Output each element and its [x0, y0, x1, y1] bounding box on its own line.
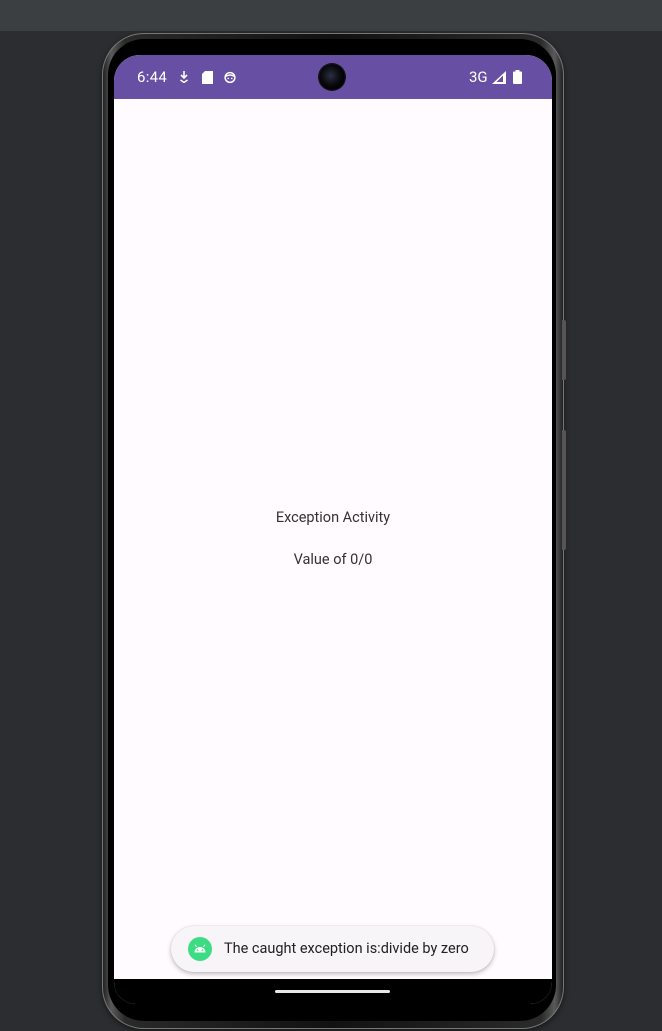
value-label: Value of 0/0: [293, 551, 373, 568]
activity-title: Exception Activity: [275, 509, 391, 526]
status-bar: 6:44 3G: [114, 55, 552, 99]
activity-content: Exception Activity Value of 0/0 The caug…: [114, 99, 552, 979]
face-icon: [224, 70, 236, 84]
status-time: 6:44: [137, 68, 168, 86]
battery-icon: [513, 70, 522, 84]
cell-signal-icon: [492, 70, 506, 84]
device-screen: 6:44 3G Exception Activity Value of 0/0 …: [114, 55, 552, 1004]
power-button[interactable]: [562, 430, 566, 550]
toast-message: The caught exception is:divide by zero: [171, 926, 494, 972]
front-camera: [319, 64, 345, 90]
emulator-toolbar: [0, 0, 662, 31]
network-type: 3G: [469, 68, 488, 86]
android-icon: [188, 937, 212, 961]
navigation-bar: [114, 979, 552, 1004]
home-gesture-handle[interactable]: [275, 990, 390, 993]
sd-card-icon: [201, 70, 213, 84]
download-arrow-icon: [178, 70, 190, 84]
volume-button[interactable]: [562, 320, 566, 380]
toast-text: The caught exception is:divide by zero: [224, 940, 469, 957]
